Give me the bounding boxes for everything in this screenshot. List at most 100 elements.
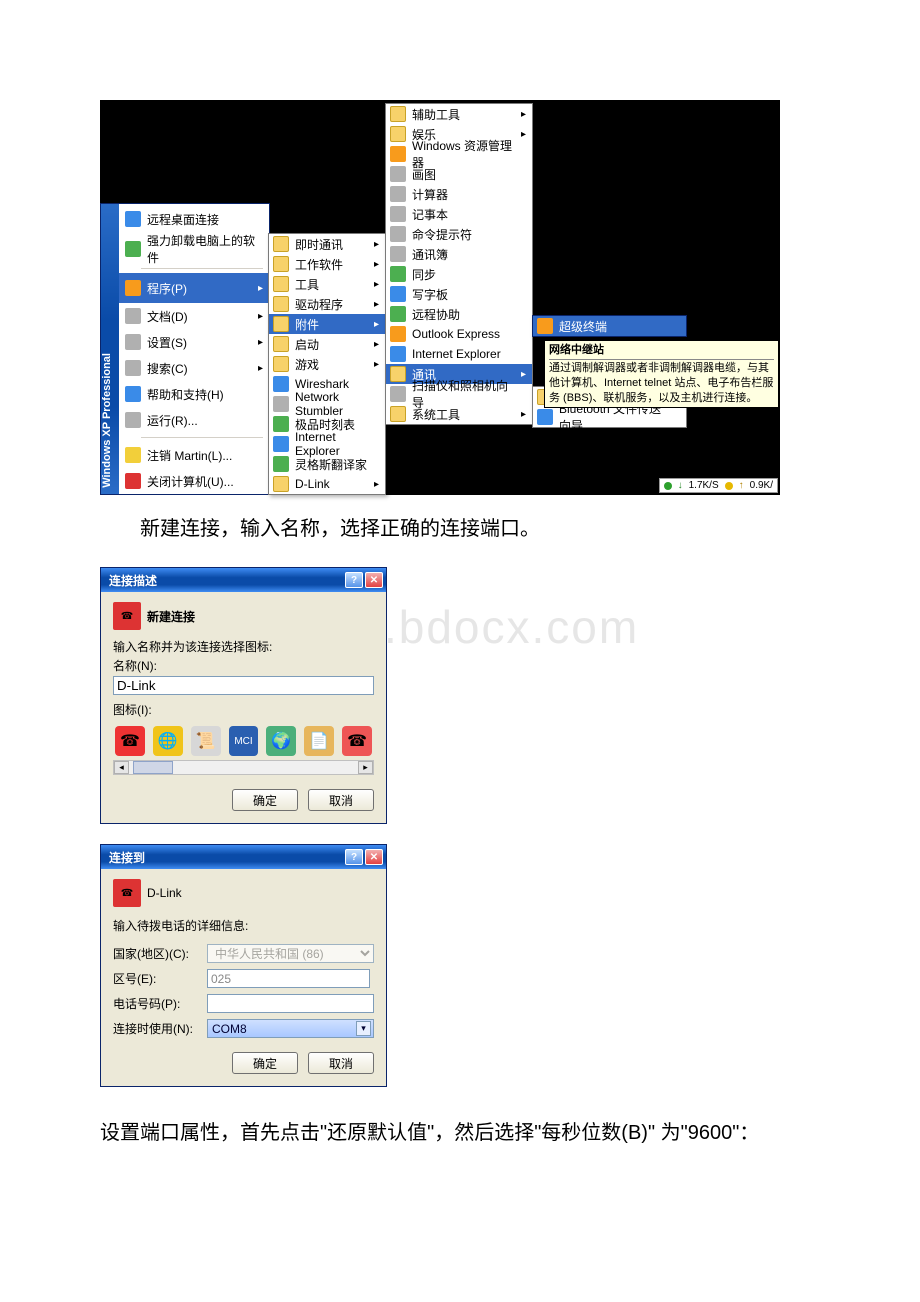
icon-option-doc[interactable]: 📄 [304,726,334,756]
menu-item-run[interactable]: 运行(R)... [119,407,269,433]
titlebar-close-button[interactable]: ✕ [365,572,383,588]
sub2-11[interactable]: Outlook Express [386,324,532,344]
titlebar-help-button[interactable]: ? [345,849,363,865]
menu-label: Wireshark [295,377,349,391]
sub2-7[interactable]: 通讯簿 [386,244,532,264]
menu-item-programs[interactable]: 程序(P) [119,273,269,303]
sub1-games[interactable]: 游戏 [269,354,385,374]
connection-name-input[interactable] [113,676,374,695]
icon-option-phone[interactable]: ☎ [115,726,145,756]
titlebar-help-button[interactable]: ? [345,572,363,588]
area-code-label: 区号(E): [113,970,199,987]
sub2-14[interactable]: 扫描仪和照相机向导 [386,384,532,404]
instruction-2: 设置端口属性，首先点击"还原默认值"，然后选择"每秒位数(B)" 为"9600"… [60,1115,860,1151]
sub1-dlink[interactable]: D-Link [269,474,385,494]
menu-label: 运行(R)... [147,412,198,429]
sub2-3[interactable]: 画图 [386,164,532,184]
menu-item-logoff[interactable]: 注销 Martin(L)... [119,442,269,468]
menu-label: Internet Explorer [412,347,501,361]
menu-label: D-Link [295,477,330,491]
menu-label: 启动 [295,336,319,353]
sub2-15[interactable]: 系统工具 [386,404,532,424]
menu-label: 帮助和支持(H) [147,386,224,403]
menu-item-documents[interactable]: 文档(D) [119,303,269,329]
folder-icon [273,476,289,492]
sub1-im[interactable]: 即时通讯 [269,234,385,254]
icon-option-mci[interactable]: MCI [229,726,259,756]
net-down-speed: 0.9K/ [750,480,773,491]
instruction-1: 新建连接，输入名称，选择正确的连接端口。 [100,511,860,547]
icons-label: 图标(I): [113,701,374,718]
sub2-6[interactable]: 命令提示符 [386,224,532,244]
menu-item-remote-desktop[interactable]: 远程桌面连接 [119,204,269,234]
menu-item-settings[interactable]: 设置(S) [119,329,269,355]
menu-item-shutdown[interactable]: 关闭计算机(U)... [119,468,269,494]
sub2-10[interactable]: 远程协助 [386,304,532,324]
cancel-button[interactable]: 取消 [308,1052,374,1074]
menu-label: Outlook Express [412,327,500,341]
uninstall-icon [125,241,141,257]
scroll-thumb[interactable] [133,761,173,774]
icon-option-phone2[interactable]: ☎ [342,726,372,756]
sub3-bluetooth[interactable]: Bluetooth 文件传送向导 [533,407,686,427]
sub2-8[interactable]: 同步 [386,264,532,284]
ok-button[interactable]: 确定 [232,1052,298,1074]
menu-label: 通讯簿 [412,246,448,263]
hyperterminal-highlight[interactable]: 超级终端 [533,316,686,336]
remote-assist-icon [390,306,406,322]
phone-icon: ☎ [113,602,141,630]
cancel-button[interactable]: 取消 [308,789,374,811]
dialog-heading: D-Link [147,886,182,900]
menu-item-search[interactable]: 搜索(C) [119,355,269,381]
country-select[interactable]: 中华人民共和国 (86) [207,944,374,963]
menu-label: 系统工具 [412,406,460,423]
sub1-netstumbler[interactable]: Network Stumbler [269,394,385,414]
menu-label: 注销 Martin(L)... [147,447,232,464]
wireshark-icon [273,376,289,392]
dialog-prompt: 输入待拨电话的详细信息: [113,917,374,934]
sub2-0[interactable]: 辅助工具 [386,104,532,124]
folder-icon [390,126,406,142]
country-label: 国家(地区)(C): [113,945,199,962]
dialog-title: 连接描述 [109,572,157,589]
menu-item-help[interactable]: 帮助和支持(H) [119,381,269,407]
icon-picker[interactable]: ☎ 🌐 📜 MCI 🌍 📄 ☎ [113,720,374,758]
menu-label: 驱动程序 [295,296,343,313]
sub2-12[interactable]: Internet Explorer [386,344,532,364]
dialog-connect-to: 连接到 ? ✕ ☎ D-Link 输入待拨电话的详细信息: 国家(地区)(C):… [100,844,387,1087]
sub2-4[interactable]: 计算器 [386,184,532,204]
menu-label: 设置(S) [147,334,187,351]
outlook-icon [390,326,406,342]
sub1-startup[interactable]: 启动 [269,334,385,354]
menu-label: 游戏 [295,356,319,373]
area-code-input[interactable] [207,969,370,988]
folder-icon [390,366,406,382]
ok-button[interactable]: 确定 [232,789,298,811]
menu-item-uninstall[interactable]: 强力卸载电脑上的软件 [119,234,269,264]
icon-option-globe[interactable]: 🌐 [153,726,183,756]
addressbook-icon [390,246,406,262]
sub2-9[interactable]: 写字板 [386,284,532,304]
sub2-5[interactable]: 记事本 [386,204,532,224]
hyperterminal-icon [537,318,553,334]
scroll-left-button[interactable]: ◂ [114,761,129,774]
start-sidebar-text: Windows XP Professional [101,353,119,488]
sub1-accessories[interactable]: 附件 [269,314,385,334]
scroll-right-button[interactable]: ▸ [358,761,373,774]
icon-option-cert[interactable]: 📜 [191,726,221,756]
connect-using-select[interactable]: COM8 ▾ [207,1019,374,1038]
icon-option-earth[interactable]: 🌍 [266,726,296,756]
sub1-lingoes[interactable]: 灵格斯翻译家 [269,454,385,474]
dropdown-arrow-icon[interactable]: ▾ [356,1021,371,1036]
net-led-yellow-icon [725,482,733,490]
sub1-tools[interactable]: 工具 [269,274,385,294]
sub1-drivers[interactable]: 驱动程序 [269,294,385,314]
sub2-2[interactable]: Windows 资源管理器 [386,144,532,164]
menu-label: 关闭计算机(U)... [147,473,234,490]
folder-icon [273,276,289,292]
titlebar-close-button[interactable]: ✕ [365,849,383,865]
phone-number-input[interactable] [207,994,374,1013]
icon-scrollbar[interactable]: ◂ ▸ [113,760,374,775]
sub1-work[interactable]: 工作软件 [269,254,385,274]
sub1-ie[interactable]: Internet Explorer [269,434,385,454]
